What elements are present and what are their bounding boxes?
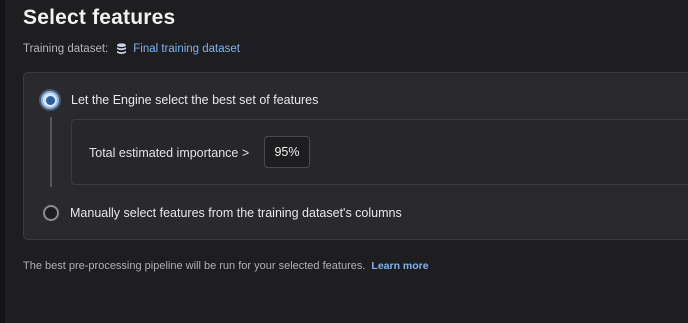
- database-icon: [116, 43, 127, 55]
- select-features-page: Select features Training dataset: Final …: [0, 0, 688, 323]
- manual-select-option[interactable]: Manually select features from the traini…: [43, 205, 402, 221]
- engine-select-label: Let the Engine select the best set of fe…: [71, 93, 319, 107]
- training-dataset-row: Training dataset: Final training dataset: [23, 43, 240, 55]
- engine-select-option[interactable]: Let the Engine select the best set of fe…: [41, 91, 318, 109]
- left-edge-strip: [0, 0, 5, 323]
- manual-select-radio[interactable]: [43, 205, 59, 221]
- page-title: Select features: [23, 6, 176, 29]
- feature-selection-card: Let the Engine select the best set of fe…: [23, 72, 688, 240]
- footer-text: The best pre-processing pipeline will be…: [23, 260, 366, 272]
- learn-more-link[interactable]: Learn more: [371, 260, 428, 272]
- importance-label: Total estimated importance >: [89, 146, 250, 160]
- importance-input[interactable]: 95%: [264, 136, 310, 168]
- engine-select-radio[interactable]: [41, 91, 59, 109]
- importance-threshold-panel: Total estimated importance > 95%: [71, 119, 688, 185]
- training-dataset-label: Training dataset:: [23, 43, 109, 55]
- training-dataset-link[interactable]: Final training dataset: [133, 43, 240, 55]
- radio-selected-dot: [45, 95, 55, 105]
- footer-note: The best pre-processing pipeline will be…: [23, 260, 429, 272]
- manual-select-label: Manually select features from the traini…: [70, 206, 402, 220]
- option-indent-line: [50, 117, 52, 187]
